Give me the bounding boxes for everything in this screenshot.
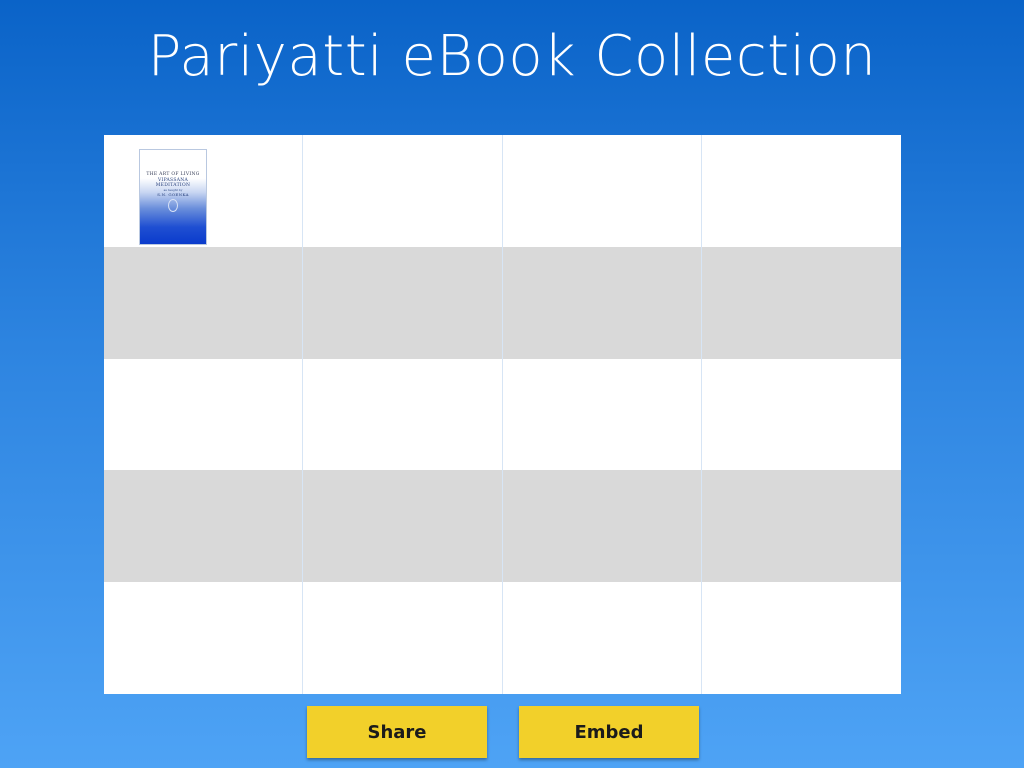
shelf-slot — [502, 470, 702, 583]
shelf-slot — [701, 358, 901, 471]
shelf-slot — [104, 470, 304, 583]
shelf-slot — [701, 582, 901, 694]
book-shelf-grid: THE ART OF LIVING VIPASSANA MEDITATION a… — [104, 135, 901, 694]
shelf-slot — [104, 582, 304, 694]
shelf-slot — [303, 582, 503, 694]
shelf-slot — [502, 358, 702, 471]
shelf-slot — [701, 246, 901, 359]
shelf-slot — [104, 358, 304, 471]
shelf-slot — [303, 470, 503, 583]
shelf-slot — [502, 135, 702, 247]
shelf-slot — [104, 246, 304, 359]
book-cover-art-of-living[interactable]: THE ART OF LIVING VIPASSANA MEDITATION a… — [139, 149, 207, 245]
shelf-slot — [502, 582, 702, 694]
share-button[interactable]: Share — [307, 706, 487, 758]
page-title: Pariyatti eBook Collection — [147, 24, 877, 89]
shelf-slot — [701, 470, 901, 583]
embed-button[interactable]: Embed — [519, 706, 699, 758]
shelf-slot — [303, 135, 503, 247]
shelf-slot — [502, 246, 702, 359]
book-cover-author: S.N. GOENKA — [157, 192, 189, 197]
shelf-slot — [303, 246, 503, 359]
book-cover-emblem-icon — [168, 199, 178, 212]
shelf-slot — [701, 135, 901, 247]
shelf-slot — [303, 358, 503, 471]
shelf-slot: THE ART OF LIVING VIPASSANA MEDITATION a… — [104, 135, 304, 247]
